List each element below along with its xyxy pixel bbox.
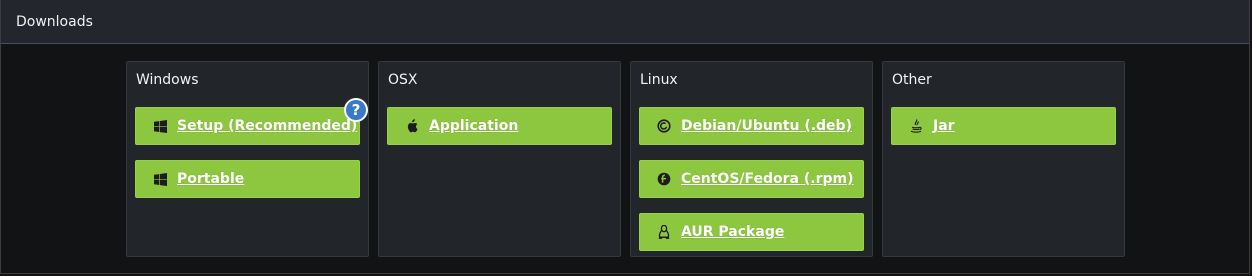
debian-icon — [657, 119, 671, 133]
jar-label: Jar — [933, 118, 955, 134]
windows-setup-button[interactable]: Setup (Recommended) ? — [135, 98, 368, 145]
osx-application-label: Application — [429, 118, 519, 134]
debian-ubuntu-button[interactable]: Debian/Ubuntu (.deb) — [639, 107, 864, 145]
osx-column: OSX Application — [378, 61, 621, 257]
java-icon — [909, 118, 923, 133]
other-column: Other Jar — [882, 61, 1125, 257]
osx-application-button[interactable]: Application — [387, 107, 612, 145]
debian-ubuntu-label: Debian/Ubuntu (.deb) — [681, 118, 852, 134]
windows-icon — [153, 172, 167, 186]
centos-fedora-button[interactable]: CentOS/Fedora (.rpm) — [639, 160, 864, 198]
windows-setup-label: Setup (Recommended) — [177, 118, 358, 134]
windows-column: Windows Setup (Recommended) ? Portable — [126, 61, 369, 257]
windows-icon — [153, 119, 167, 133]
aur-package-button[interactable]: AUR Package — [639, 213, 864, 251]
windows-portable-button[interactable]: Portable — [135, 160, 360, 198]
panel-header: Downloads — [1, 0, 1249, 44]
linux-icon — [657, 225, 671, 239]
jar-button[interactable]: Jar — [891, 107, 1116, 145]
other-column-title: Other — [892, 72, 932, 88]
osx-column-title: OSX — [388, 72, 418, 88]
downloads-panel: Downloads Windows Setup (Recommended) ? … — [0, 0, 1250, 274]
fedora-icon — [657, 172, 671, 186]
aur-package-label: AUR Package — [681, 224, 785, 240]
apple-icon — [405, 119, 419, 133]
download-columns: Windows Setup (Recommended) ? Portable O… — [126, 61, 1125, 257]
centos-fedora-label: CentOS/Fedora (.rpm) — [681, 171, 854, 187]
help-icon[interactable]: ? — [344, 98, 368, 122]
windows-portable-label: Portable — [177, 171, 245, 187]
panel-title: Downloads — [16, 13, 93, 30]
linux-column-title: Linux — [640, 72, 678, 88]
linux-column: Linux Debian/Ubuntu (.deb) CentOS/Fedora… — [630, 61, 873, 257]
windows-column-title: Windows — [136, 72, 199, 88]
